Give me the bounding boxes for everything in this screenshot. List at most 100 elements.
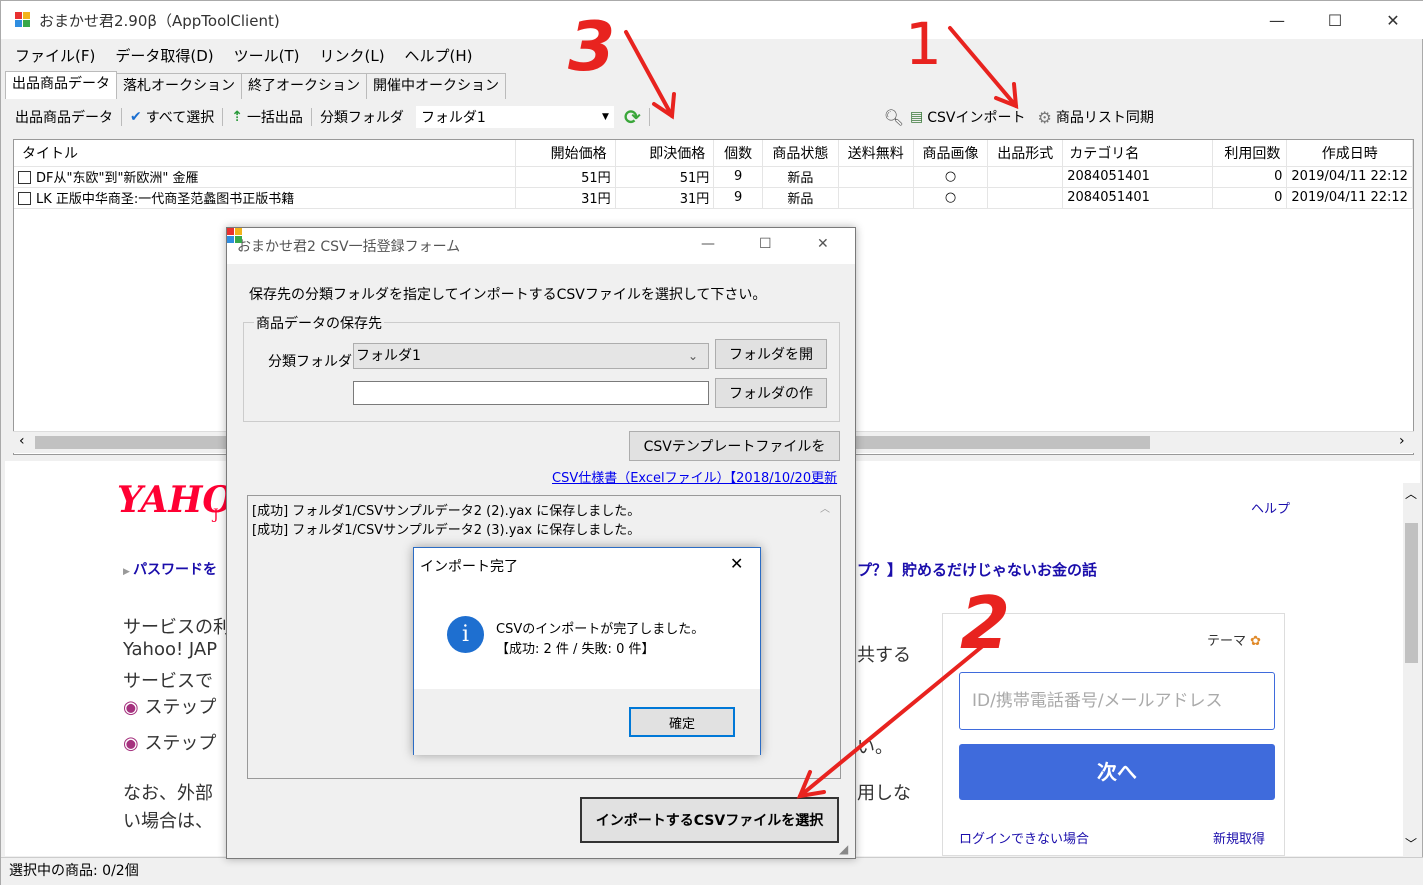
status-bar: 選択中の商品: 0/2個 <box>1 857 1423 885</box>
dialog-title-bar: おまかせ君2 CSV一括登録フォーム — ☐ ✕ <box>227 228 855 264</box>
body-text: なお、外部 <box>123 783 213 804</box>
body-text: Yahoo! JAP <box>123 639 218 660</box>
table-row[interactable]: DF从"东欧"到"新欧洲" 金雁 51円 51円 9 新品 ○ 20840514… <box>14 166 1413 188</box>
step-item: ◉ ステップ <box>123 693 216 719</box>
col-format[interactable]: 出品形式 <box>987 140 1064 167</box>
menu-bar: ファイル(F) データ取得(D) ツール(T) リンク(L) ヘルプ(H) <box>1 41 1423 69</box>
scroll-right-icon[interactable]: › <box>1399 433 1405 449</box>
scroll-up-icon[interactable]: ︿ <box>1405 485 1417 502</box>
table-row[interactable]: LK 正版中华商圣:一代商圣范蠡图书正版书籍 31円 31円 9 新品 ○ 20… <box>14 187 1413 209</box>
row-checkbox[interactable] <box>18 192 31 205</box>
scroll-thumb[interactable] <box>1405 523 1418 663</box>
menu-link[interactable]: リンク(L) <box>319 45 384 66</box>
scroll-up-icon[interactable]: ︿ <box>820 500 830 515</box>
gear-icon: ⚙ <box>1037 107 1052 127</box>
cannot-login-link[interactable]: ログインできない場合 <box>959 828 1089 847</box>
body-text: 用しな <box>857 783 911 804</box>
promo-link[interactable]: プ？】貯めるだけじゃないお金の話 <box>857 559 1097 580</box>
col-quantity[interactable]: 個数 <box>713 140 764 167</box>
ok-button[interactable]: 確定 <box>629 707 735 737</box>
col-buyout-price[interactable]: 即決価格 <box>615 140 715 167</box>
menu-help[interactable]: ヘルプ(H) <box>405 45 473 66</box>
tab-active-auctions[interactable]: 開催中オークション <box>366 73 506 99</box>
vertical-scrollbar[interactable]: ︿ ﹀ <box>1403 483 1420 856</box>
bulk-list-button[interactable]: ⇡ 一括出品 <box>231 107 303 127</box>
close-button[interactable]: ✕ <box>1364 1 1422 39</box>
tab-won-auctions[interactable]: 落札オークション <box>116 73 242 99</box>
step-text: ステップ <box>144 697 217 718</box>
template-file-button[interactable]: CSVテンプレートファイルを <box>629 431 840 461</box>
dialog-maximize-button[interactable]: ☐ <box>759 236 772 252</box>
login-panel: テーマ ✿ ID/携帯電話番号/メールアドレス 次へ ログインできない場合 新規… <box>942 613 1285 856</box>
yahoo-logo-sub: J <box>213 507 219 523</box>
col-free-shipping[interactable]: 送料無料 <box>838 140 914 167</box>
scroll-down-icon[interactable]: ﹀ <box>1405 835 1417 852</box>
minimize-button[interactable]: — <box>1248 1 1306 39</box>
help-link[interactable]: ヘルプ <box>1251 498 1290 517</box>
search-button[interactable]: 🔍︎ <box>884 108 904 127</box>
dropdown-arrow-icon: ▼ <box>602 112 609 122</box>
open-folder-button[interactable]: フォルダを開 <box>715 339 827 369</box>
maximize-button[interactable]: ☐ <box>1306 1 1364 39</box>
step-text: ステップ <box>144 733 217 754</box>
col-usage[interactable]: 利用回数 <box>1212 140 1288 167</box>
col-start-price[interactable]: 開始価格 <box>515 140 616 167</box>
message-close-button[interactable]: ✕ <box>730 554 743 573</box>
col-title[interactable]: タイトル <box>14 140 517 167</box>
tab-listing-data[interactable]: 出品商品データ <box>5 71 117 99</box>
log-line: [成功] フォルダ1/CSVサンプルデータ2 (2).yax に保存しました。 <box>252 504 641 519</box>
created-cell: 2019/04/11 22:12 <box>1286 166 1413 188</box>
select-all-button[interactable]: ✔ すべて選択 <box>130 107 214 127</box>
new-folder-input[interactable] <box>353 381 709 405</box>
create-folder-button[interactable]: フォルダの作 <box>715 378 827 408</box>
log-line: [成功] フォルダ1/CSVサンプルデータ2 (3).yax に保存しました。 <box>252 523 641 538</box>
separator <box>222 108 224 126</box>
theme-label: テーマ <box>1207 634 1247 649</box>
row-checkbox[interactable] <box>18 171 31 184</box>
col-image[interactable]: 商品画像 <box>913 140 989 167</box>
dialog-close-button[interactable]: ✕ <box>817 236 829 252</box>
spreadsheet-icon: ▤ <box>910 109 924 125</box>
col-condition[interactable]: 商品状態 <box>762 140 839 167</box>
scroll-left-icon[interactable]: ‹ <box>19 433 25 449</box>
resize-grip-icon[interactable]: ◢ <box>839 842 848 856</box>
bullet-icon: ◉ <box>123 697 145 718</box>
main-tabs: 出品商品データ 落札オークション 終了オークション 開催中オークション <box>5 71 506 99</box>
folder-label: 分類フォルダ <box>319 110 404 126</box>
register-link[interactable]: 新規取得 <box>1213 828 1265 847</box>
refresh-button[interactable]: ⟳ <box>624 105 641 129</box>
toolbar-label: 出品商品データ <box>15 110 113 126</box>
condition-cell: 新品 <box>762 187 839 209</box>
quantity-cell: 9 <box>713 187 764 209</box>
body-text: い。 <box>857 737 893 758</box>
free-shipping-cell <box>838 166 914 188</box>
folder-select[interactable]: フォルダ1 ⌄ <box>353 343 709 369</box>
arrow-icon: ▶ <box>123 567 134 577</box>
body-text: 共する <box>857 645 911 666</box>
theme-button[interactable]: テーマ ✿ <box>1207 630 1261 649</box>
menu-file[interactable]: ファイル(F) <box>15 45 95 66</box>
menu-data[interactable]: データ取得(D) <box>115 45 213 66</box>
dialog-minimize-button[interactable]: — <box>701 236 715 252</box>
check-icon: ✔ <box>130 109 142 125</box>
free-shipping-cell <box>838 187 914 209</box>
message-title: インポート完了 <box>420 559 518 575</box>
folder-dropdown-value: フォルダ1 <box>420 110 486 126</box>
login-id-input[interactable]: ID/携帯電話番号/メールアドレス <box>959 672 1275 730</box>
sync-label: 商品リスト同期 <box>1055 110 1154 126</box>
app-icon <box>15 12 31 28</box>
title-cell: LK 正版中华商圣:一代商圣范蠡图书正版书籍 <box>14 187 517 209</box>
csv-import-button[interactable]: ▤ CSVインポート <box>910 107 1025 127</box>
password-link[interactable]: ▶ パスワードを <box>123 559 217 579</box>
folder-dropdown[interactable]: フォルダ1 ▼ <box>415 106 614 128</box>
spec-link[interactable]: CSV仕様書（Excelファイル）【2018/10/20更新 <box>552 467 857 486</box>
col-created[interactable]: 作成日時 <box>1286 140 1413 167</box>
sync-button[interactable]: ⚙ 商品リスト同期 <box>1038 107 1154 127</box>
quantity-cell: 9 <box>713 166 764 188</box>
next-button[interactable]: 次へ <box>959 744 1275 800</box>
col-category[interactable]: カテゴリ名 <box>1062 140 1213 167</box>
menu-tools[interactable]: ツール(T) <box>234 45 300 66</box>
tab-ended-auctions[interactable]: 終了オークション <box>241 73 367 99</box>
select-csv-file-button[interactable]: インポートするCSVファイルを選択 <box>580 797 839 843</box>
title-cell: DF从"东欧"到"新欧洲" 金雁 <box>14 166 517 188</box>
